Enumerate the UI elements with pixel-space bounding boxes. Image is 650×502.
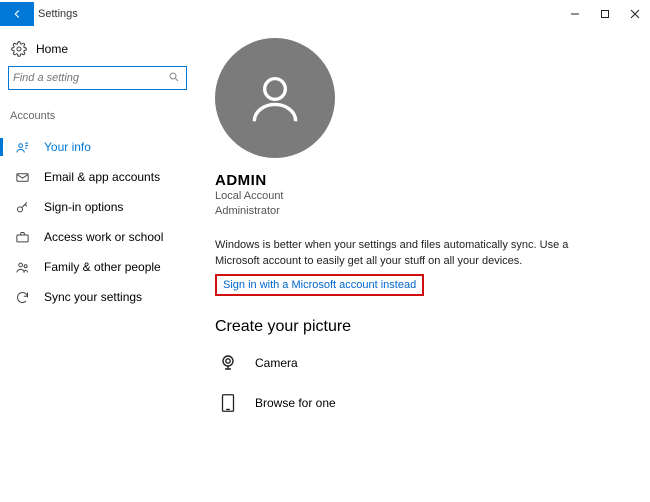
sidebar-item-sync[interactable]: Sync your settings	[0, 282, 195, 312]
sidebar-item-label: Sign-in options	[44, 200, 123, 214]
key-icon	[14, 199, 30, 215]
search-box[interactable]	[8, 66, 187, 90]
avatar	[215, 38, 335, 158]
sidebar: Home Accounts Your info	[0, 28, 195, 502]
titlebar: Settings	[0, 0, 650, 28]
window-controls	[560, 2, 650, 26]
minimize-button[interactable]	[560, 2, 590, 26]
gear-icon	[10, 40, 28, 58]
main-content: ADMIN Local Account Administrator Window…	[195, 28, 650, 502]
option-label: Browse for one	[255, 396, 336, 410]
window-title: Settings	[38, 8, 78, 20]
sidebar-item-email[interactable]: Email & app accounts	[0, 162, 195, 192]
close-button[interactable]	[620, 2, 650, 26]
mail-icon	[14, 169, 30, 185]
account-role: Administrator	[215, 204, 630, 219]
sidebar-item-label: Your info	[44, 140, 91, 154]
sidebar-item-your-info[interactable]: Your info	[0, 132, 195, 162]
sidebar-item-family[interactable]: Family & other people	[0, 252, 195, 282]
browse-option[interactable]: Browse for one	[215, 390, 630, 416]
option-label: Camera	[255, 356, 298, 370]
home-link[interactable]: Home	[0, 36, 195, 66]
camera-option[interactable]: Camera	[215, 350, 630, 376]
body-text: Windows is better when your settings and…	[215, 238, 585, 270]
user-name: ADMIN	[215, 172, 630, 189]
search-input[interactable]	[13, 72, 168, 84]
browse-icon	[215, 390, 241, 416]
briefcase-icon	[14, 229, 30, 245]
sidebar-item-work[interactable]: Access work or school	[0, 222, 195, 252]
sidebar-item-label: Family & other people	[44, 260, 161, 274]
sidebar-item-label: Access work or school	[44, 230, 163, 244]
sidebar-item-signin[interactable]: Sign-in options	[0, 192, 195, 222]
back-button[interactable]	[0, 2, 34, 26]
picture-heading: Create your picture	[215, 318, 630, 336]
home-label: Home	[36, 42, 68, 56]
signin-ms-account-link[interactable]: Sign in with a Microsoft account instead	[215, 274, 424, 296]
sync-icon	[14, 289, 30, 305]
camera-icon	[215, 350, 241, 376]
person-card-icon	[14, 139, 30, 155]
sidebar-item-label: Email & app accounts	[44, 170, 160, 184]
section-header: Accounts	[0, 106, 195, 132]
search-icon	[168, 71, 182, 85]
maximize-button[interactable]	[590, 2, 620, 26]
account-type: Local Account	[215, 189, 630, 204]
people-icon	[14, 259, 30, 275]
sidebar-item-label: Sync your settings	[44, 290, 142, 304]
